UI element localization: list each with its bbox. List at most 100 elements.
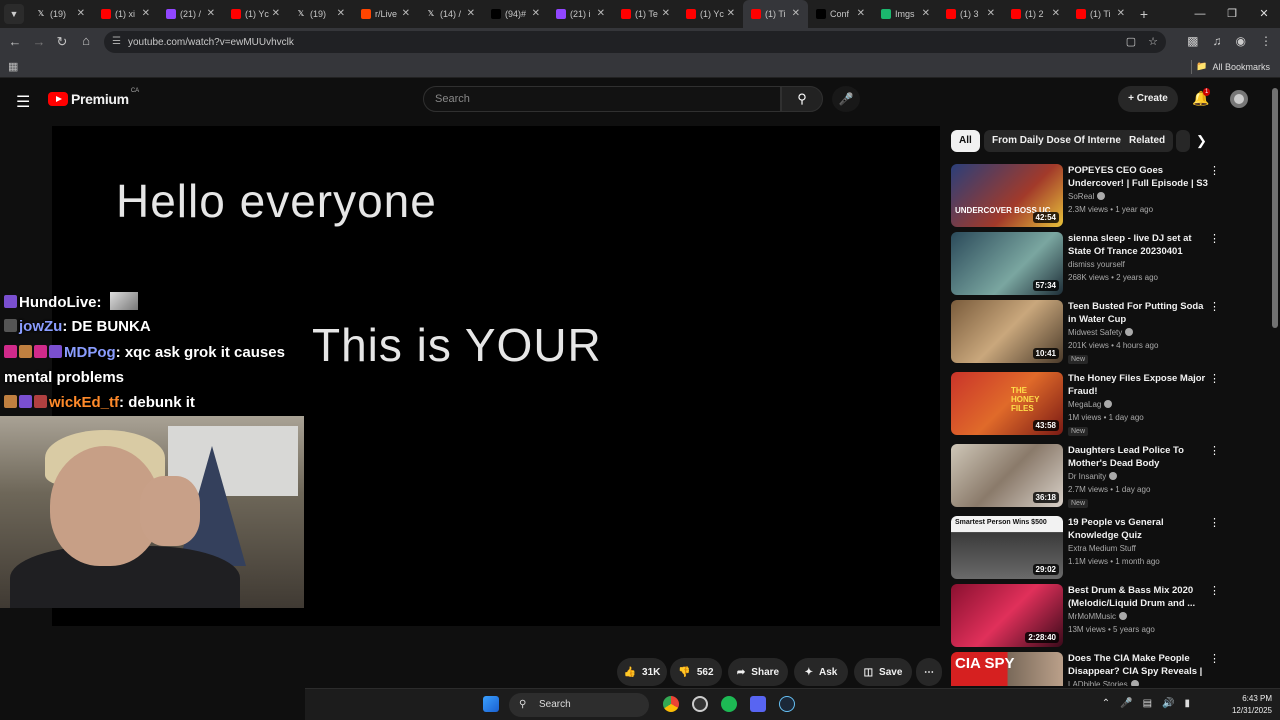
url-bar[interactable]: ☰ youtube.com/watch?v=ewMUUvhvclk ▢ ☆: [104, 31, 1166, 53]
all-bookmarks-button[interactable]: 📁 All Bookmarks: [1196, 61, 1270, 72]
forward-icon[interactable]: →: [27, 34, 51, 49]
chevron-right-icon[interactable]: ❯: [1196, 133, 1207, 149]
youtube-premium-logo[interactable]: Premium CA: [48, 88, 139, 107]
channel-name[interactable]: MegaLag: [1068, 400, 1113, 409]
browser-tab[interactable]: (1) 3 ✕: [938, 0, 1003, 28]
video-thumbnail[interactable]: 36:18: [951, 444, 1063, 507]
tray-network-icon[interactable]: ▤: [1143, 698, 1152, 709]
spotify-icon[interactable]: [721, 696, 737, 712]
chip-all[interactable]: All: [951, 130, 980, 152]
browser-tab[interactable]: (1) Yc ✕: [223, 0, 288, 28]
video-thumbnail[interactable]: 10:41: [951, 300, 1063, 363]
tray-volume-icon[interactable]: 🔊: [1162, 698, 1174, 709]
browser-tab[interactable]: Imgs ✕: [873, 0, 938, 28]
search-input[interactable]: Search: [423, 86, 781, 112]
tab-close-icon[interactable]: ✕: [857, 8, 865, 19]
steam-icon[interactable]: [779, 696, 795, 712]
video-title[interactable]: Best Drum & Bass Mix 2020 (Melodic/Liqui…: [1068, 584, 1208, 610]
more-vertical-icon[interactable]: ⋮: [1209, 444, 1220, 457]
suggested-video[interactable]: 36:18 Daughters Lead Police To Mother's D…: [951, 444, 1221, 508]
video-title[interactable]: POPEYES CEO Goes Undercover! | Full Epis…: [1068, 164, 1208, 191]
channel-name[interactable]: Dr Insanity: [1068, 472, 1118, 481]
suggested-video[interactable]: UNDERCOVER BOSS UC 42:54 POPEYES CEO Goes …: [951, 164, 1221, 228]
video-title[interactable]: 19 People vs General Knowledge Quiz: [1068, 516, 1208, 542]
more-vertical-icon[interactable]: ⋮: [1209, 164, 1220, 177]
tab-close-icon[interactable]: ✕: [597, 8, 605, 19]
tab-close-icon[interactable]: ✕: [1117, 8, 1125, 19]
guide-menu-icon[interactable]: ☰: [16, 92, 30, 112]
close-window-icon[interactable]: ✕: [1248, 0, 1280, 28]
browser-tab[interactable]: (1) Ti ✕: [1068, 0, 1133, 28]
tab-search-dropdown[interactable]: ▼: [4, 4, 24, 24]
browser-tab[interactable]: 𝕏 (19) ✕: [28, 0, 93, 28]
suggested-video[interactable]: 10:41 Teen Busted For Putting Soda in Wat…: [951, 300, 1221, 364]
reload-icon[interactable]: ↻: [50, 34, 74, 50]
back-icon[interactable]: ←: [3, 34, 27, 49]
channel-name[interactable]: dismiss yourself: [1068, 260, 1125, 269]
tab-close-icon[interactable]: ✕: [337, 8, 345, 19]
browser-tab[interactable]: (1) Yc ✕: [678, 0, 743, 28]
tab-close-icon[interactable]: ✕: [662, 8, 670, 19]
channel-name[interactable]: SoReal: [1068, 192, 1106, 201]
home-icon[interactable]: ⌂: [74, 33, 98, 48]
more-vertical-icon[interactable]: ⋮: [1209, 652, 1220, 665]
browser-tab[interactable]: r/Live ✕: [353, 0, 418, 28]
taskbar-clock[interactable]: 6:43 PM 12/31/2025: [1232, 693, 1272, 717]
suggested-video[interactable]: 57:34 sienna sleep - live DJ set at State…: [951, 232, 1221, 296]
page-scrollbar[interactable]: [1272, 88, 1278, 328]
apps-grid-icon[interactable]: ▦: [8, 60, 18, 73]
more-vertical-icon[interactable]: ⋮: [1209, 372, 1220, 385]
more-vertical-icon[interactable]: ⋮: [1209, 516, 1220, 529]
video-thumbnail[interactable]: Smartest Person Wins $500 29:02: [951, 516, 1063, 579]
tab-close-icon[interactable]: ✕: [142, 8, 150, 19]
tab-close-icon[interactable]: ✕: [207, 8, 215, 19]
video-title[interactable]: Daughters Lead Police To Mother's Dead B…: [1068, 444, 1208, 470]
media-controls-icon[interactable]: ♫: [1213, 34, 1222, 48]
tray-chevron-icon[interactable]: ⌃: [1102, 698, 1110, 709]
voice-search-button[interactable]: 🎤: [832, 86, 860, 112]
chip-from-channel[interactable]: From Daily Dose Of Internet: [984, 130, 1133, 152]
video-thumbnail[interactable]: CIA SPY: [951, 652, 1063, 686]
tray-battery-icon[interactable]: ▮: [1184, 698, 1190, 709]
suggested-video[interactable]: THE HONEY FILES 43:58 The Honey Files Expo…: [951, 372, 1221, 436]
tab-close-icon[interactable]: ✕: [922, 8, 930, 19]
minimize-icon[interactable]: —: [1184, 0, 1216, 28]
windows-start-icon[interactable]: [483, 696, 499, 712]
browser-tab[interactable]: Conf ✕: [808, 0, 873, 28]
browser-tab[interactable]: 𝕏 (19) ✕: [288, 0, 353, 28]
chip-partial[interactable]: [1176, 130, 1190, 152]
browser-tab[interactable]: (1) Te ✕: [613, 0, 678, 28]
browser-tab[interactable]: (21) / ✕: [158, 0, 223, 28]
install-app-icon[interactable]: ▢: [1126, 35, 1136, 48]
browser-tab[interactable]: (21) i ✕: [548, 0, 613, 28]
new-tab-button[interactable]: +: [1133, 6, 1155, 22]
tab-close-icon[interactable]: ✕: [402, 8, 410, 19]
video-title[interactable]: Teen Busted For Putting Soda in Water Cu…: [1068, 300, 1208, 326]
browser-tab[interactable]: (94)# ✕: [483, 0, 548, 28]
like-button[interactable]: 👍 31K: [617, 658, 667, 686]
suggested-video[interactable]: 2:28:40 Best Drum & Bass Mix 2020 (Melodi…: [951, 584, 1221, 648]
extensions-icon[interactable]: ▩: [1187, 34, 1198, 48]
create-button[interactable]: + Create: [1118, 86, 1178, 112]
channel-name[interactable]: LADbible Stories: [1068, 680, 1139, 686]
video-thumbnail[interactable]: UNDERCOVER BOSS UC 42:54: [951, 164, 1063, 227]
menu-kebab-icon[interactable]: ⋮: [1260, 34, 1272, 48]
tab-close-icon[interactable]: ✕: [1052, 8, 1060, 19]
browser-tab[interactable]: (1) Ti ✕: [743, 0, 808, 28]
tab-close-icon[interactable]: ✕: [77, 8, 85, 19]
video-title[interactable]: The Honey Files Expose Major Fraud!: [1068, 372, 1208, 398]
video-thumbnail[interactable]: THE HONEY FILES 43:58: [951, 372, 1063, 435]
chip-related[interactable]: Related: [1121, 130, 1174, 152]
discord-icon[interactable]: [750, 696, 766, 712]
bookmark-star-icon[interactable]: ☆: [1148, 35, 1158, 48]
video-thumbnail[interactable]: 2:28:40: [951, 584, 1063, 647]
profile-icon[interactable]: ◉: [1236, 34, 1246, 48]
tab-close-icon[interactable]: ✕: [727, 8, 735, 19]
video-thumbnail[interactable]: 57:34: [951, 232, 1063, 295]
account-avatar[interactable]: [1230, 90, 1248, 108]
tab-close-icon[interactable]: ✕: [532, 8, 540, 19]
channel-name[interactable]: Midwest Safety: [1068, 328, 1134, 337]
browser-tab[interactable]: (1) xi ✕: [93, 0, 158, 28]
save-button[interactable]: ◫ Save: [854, 658, 912, 686]
video-title[interactable]: Does The CIA Make People Disappear? CIA …: [1068, 652, 1208, 679]
